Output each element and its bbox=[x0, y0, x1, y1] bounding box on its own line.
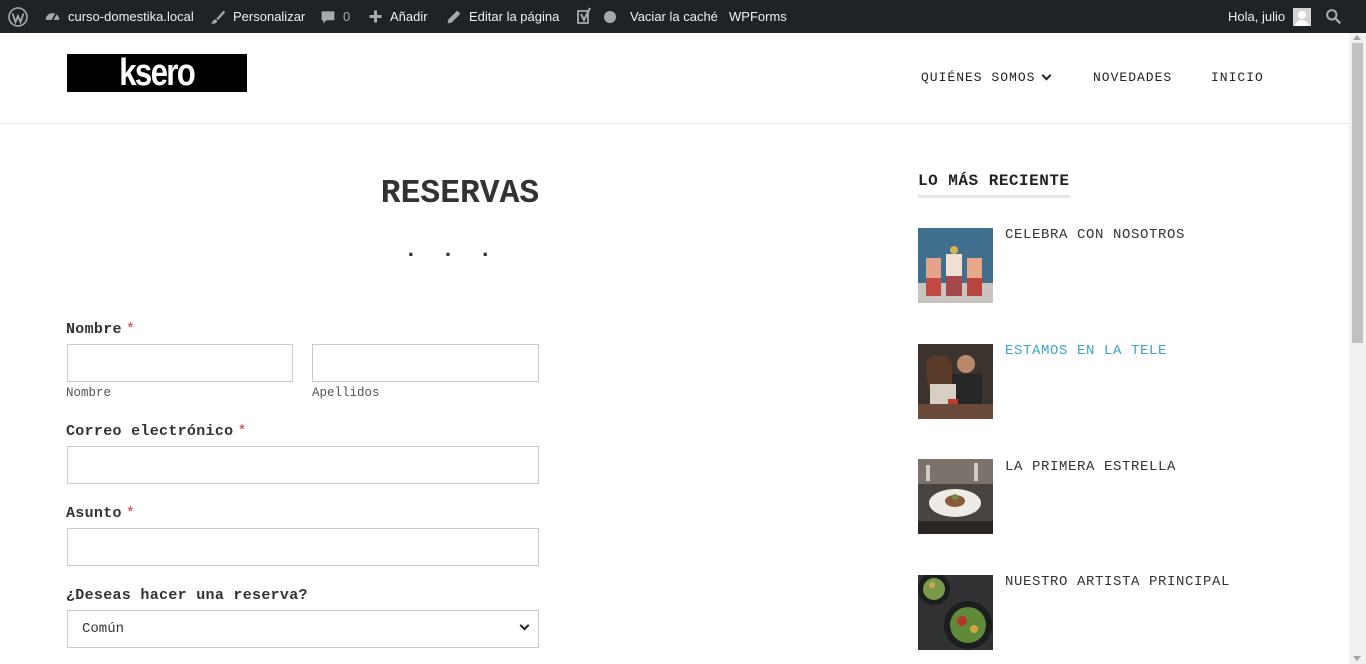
recent-posts-title: LO MÁS RECIENTE bbox=[918, 172, 1070, 198]
comments-link[interactable]: 0 bbox=[320, 0, 350, 33]
add-new-link[interactable]: Añadir bbox=[368, 0, 428, 33]
wordpress-logo-icon[interactable] bbox=[8, 0, 28, 33]
add-new-label: Añadir bbox=[390, 9, 428, 24]
email-label: Correo electrónico * bbox=[66, 423, 247, 440]
wp-admin-bar: curso-domestika.local Personalizar 0 Aña… bbox=[0, 0, 1366, 33]
subject-label: Asunto * bbox=[66, 505, 136, 522]
site-logo[interactable]: ksero bbox=[67, 54, 247, 92]
post-thumbnail-tele[interactable] bbox=[918, 344, 993, 419]
dashboard-icon bbox=[44, 8, 61, 25]
account-menu[interactable]: Hola, julio bbox=[1228, 0, 1312, 33]
required-mark: * bbox=[125, 505, 136, 522]
greeting-label: Hola, julio bbox=[1228, 9, 1286, 24]
post-link-estrella[interactable]: LA PRIMERA ESTRELLA bbox=[1005, 459, 1176, 475]
wpforms-link[interactable]: WPForms bbox=[729, 0, 787, 33]
reservation-selected-value: Común bbox=[82, 621, 125, 637]
scroll-up-arrow-icon[interactable] bbox=[1353, 35, 1361, 40]
yoast-seo-icon[interactable] bbox=[576, 0, 594, 33]
reservation-label: ¿Deseas hacer una reserva? bbox=[66, 587, 308, 604]
post-thumbnail-artista[interactable] bbox=[918, 575, 993, 650]
last-name-input[interactable] bbox=[312, 344, 539, 382]
site-name-label: curso-domestika.local bbox=[68, 9, 194, 24]
scrollbar-thumb[interactable] bbox=[1352, 43, 1363, 343]
comments-count: 0 bbox=[343, 9, 351, 24]
first-name-sublabel: Nombre bbox=[66, 386, 112, 400]
nav-label: NOVEDADES bbox=[1093, 70, 1173, 85]
nav-label: INICIO bbox=[1211, 70, 1264, 85]
customize-label: Personalizar bbox=[233, 9, 306, 24]
post-thumbnail-estrella[interactable] bbox=[918, 459, 993, 534]
name-label: Nombre * bbox=[66, 321, 136, 338]
clear-cache-link[interactable]: Vaciar la caché bbox=[630, 0, 718, 33]
reservation-select[interactable]: Común bbox=[67, 610, 539, 648]
brush-icon bbox=[210, 9, 226, 25]
plus-icon bbox=[368, 9, 383, 24]
comment-icon bbox=[320, 9, 336, 25]
scroll-down-arrow-icon[interactable] bbox=[1353, 656, 1361, 661]
clear-cache-label: Vaciar la caché bbox=[630, 9, 718, 24]
last-name-sublabel: Apellidos bbox=[312, 386, 380, 400]
required-mark: * bbox=[237, 423, 247, 440]
wpforms-label: WPForms bbox=[729, 9, 787, 24]
edit-page-link[interactable]: Editar la página bbox=[446, 0, 559, 33]
title-separator: ... bbox=[404, 238, 516, 263]
page-scrollbar[interactable] bbox=[1349, 33, 1366, 664]
chevron-down-icon bbox=[1041, 70, 1052, 81]
pencil-icon bbox=[446, 9, 462, 25]
site-name-link[interactable]: curso-domestika.local bbox=[44, 0, 194, 33]
post-link-celebra[interactable]: CELEBRA CON NOSOTROS bbox=[1005, 227, 1185, 243]
page-title: RESERVAS bbox=[380, 175, 540, 212]
site-header: ksero QUIÉNES SOMOS NOVEDADES INICIO bbox=[0, 33, 1349, 124]
avatar bbox=[1293, 7, 1312, 26]
nav-label: QUIÉNES SOMOS bbox=[921, 70, 1036, 85]
logo-text: ksero bbox=[119, 52, 197, 94]
nav-item-inicio[interactable]: INICIO bbox=[1211, 70, 1264, 85]
customize-link[interactable]: Personalizar bbox=[210, 0, 305, 33]
email-field[interactable] bbox=[67, 446, 539, 484]
search-icon[interactable] bbox=[1325, 0, 1342, 33]
post-thumbnail-celebra[interactable] bbox=[918, 228, 993, 303]
post-link-artista[interactable]: NUESTRO ARTISTA PRINCIPAL bbox=[1005, 574, 1230, 590]
nav-item-novedades[interactable]: NOVEDADES bbox=[1093, 70, 1172, 85]
first-name-input[interactable] bbox=[67, 344, 293, 382]
nav-item-quienes-somos[interactable]: QUIÉNES SOMOS bbox=[921, 70, 1052, 85]
seo-status-dot-icon[interactable] bbox=[604, 0, 616, 33]
chevron-down-icon bbox=[519, 620, 530, 631]
post-link-tele[interactable]: ESTAMOS EN LA TELE bbox=[1005, 343, 1167, 359]
edit-page-label: Editar la página bbox=[469, 9, 560, 24]
subject-field[interactable] bbox=[67, 528, 539, 566]
required-mark: * bbox=[125, 321, 136, 338]
